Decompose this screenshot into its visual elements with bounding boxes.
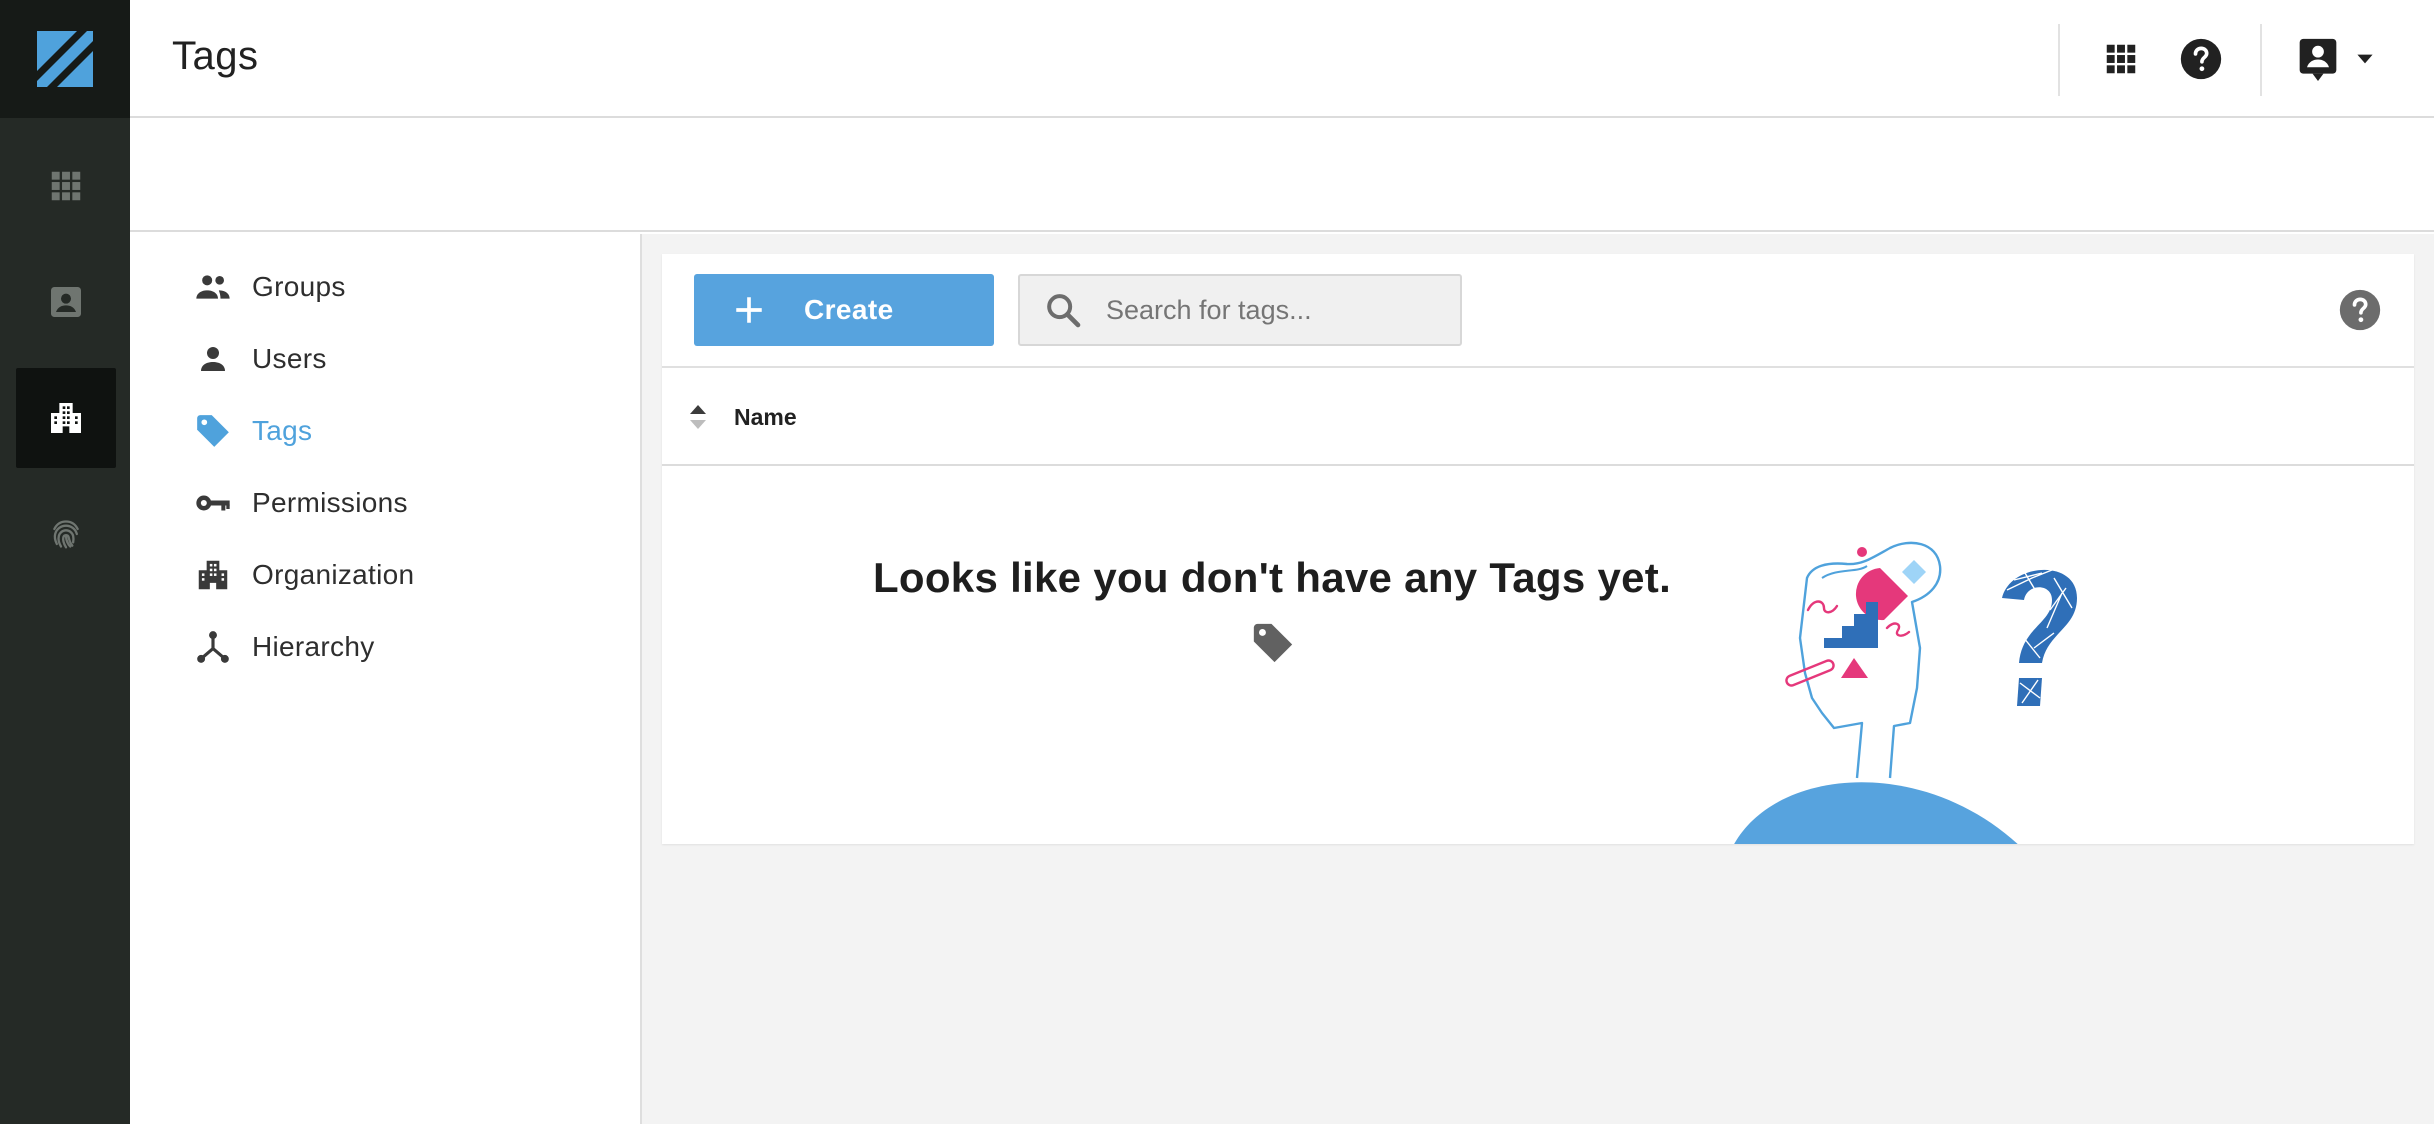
- apps-icon: [51, 171, 81, 201]
- help-icon[interactable]: [2338, 288, 2382, 332]
- column-header-name[interactable]: Name: [734, 404, 797, 431]
- hierarchy-icon: [192, 626, 234, 668]
- sort-icon: [690, 405, 706, 429]
- rail-organization-button[interactable]: [16, 368, 116, 468]
- tags-card: Create Search for tags... Name Looks lik…: [662, 254, 2414, 844]
- rail-apps-button[interactable]: [16, 136, 116, 236]
- tags-toolbar: Create: [662, 254, 2414, 368]
- create-button[interactable]: Create: [694, 274, 994, 346]
- tag-icon: [1253, 623, 1293, 663]
- app-rail: [0, 0, 130, 1124]
- logo-icon: [37, 31, 93, 87]
- app-logo[interactable]: [0, 0, 130, 118]
- sidebar-item-groups[interactable]: Groups: [192, 263, 346, 311]
- sidebar-item-hierarchy[interactable]: Hierarchy: [192, 623, 375, 671]
- search-field[interactable]: [1018, 274, 1462, 346]
- organization-icon: [51, 403, 81, 433]
- sidebar-item-label: Organization: [252, 559, 415, 590]
- top-header: Tags: [130, 0, 2434, 118]
- sidebar-item-label: Tags: [252, 415, 313, 446]
- plus-icon: [694, 293, 804, 327]
- page-band: [130, 120, 2434, 232]
- help-button[interactable]: [2176, 34, 2226, 84]
- building-icon: [192, 554, 234, 596]
- sidebar-item-users[interactable]: Users: [192, 335, 327, 383]
- sidebar-item-label: Hierarchy: [252, 631, 375, 662]
- empty-state: Looks like you don't have any Tags yet.: [662, 468, 2414, 844]
- apps-grid-icon: [2106, 44, 2136, 74]
- header-divider: [2058, 24, 2060, 96]
- settings-sidebar: Groups Users Tags Permissions Organizati…: [130, 234, 642, 1124]
- page-title: Tags: [172, 34, 259, 78]
- sidebar-item-label: Permissions: [252, 487, 408, 518]
- search-input[interactable]: [1106, 294, 1446, 326]
- search-icon: [1020, 290, 1106, 330]
- main-content: Create Search for tags... Name Looks lik…: [642, 234, 2434, 1124]
- header-divider-2: [2260, 24, 2262, 96]
- account-card-icon: [2299, 38, 2337, 81]
- sidebar-item-tags[interactable]: Tags: [192, 407, 312, 455]
- sidebar-item-permissions[interactable]: Permissions: [192, 479, 408, 527]
- rail-fingerprint-button[interactable]: [16, 484, 116, 584]
- contact-card-icon: [51, 287, 81, 317]
- account-menu-button[interactable]: [2296, 34, 2396, 84]
- sidebar-item-label: Users: [252, 343, 327, 374]
- fingerprint-icon: [53, 520, 79, 549]
- key-icon: [192, 482, 234, 524]
- caret-down-icon: [2357, 54, 2373, 64]
- sidebar-item-organization[interactable]: Organization: [192, 551, 414, 599]
- rail-contacts-button[interactable]: [16, 252, 116, 352]
- tag-icon: [192, 410, 234, 452]
- create-button-label: Create: [804, 294, 894, 325]
- apps-launcher-button[interactable]: [2096, 34, 2146, 84]
- user-icon: [192, 338, 234, 380]
- groups-icon: [192, 266, 234, 308]
- sidebar-item-label: Groups: [252, 271, 346, 302]
- help-icon: [2180, 38, 2222, 80]
- empty-state-illustration: [1734, 541, 2077, 844]
- sort-toggle[interactable]: [662, 403, 734, 431]
- table-header: Name: [662, 370, 2414, 466]
